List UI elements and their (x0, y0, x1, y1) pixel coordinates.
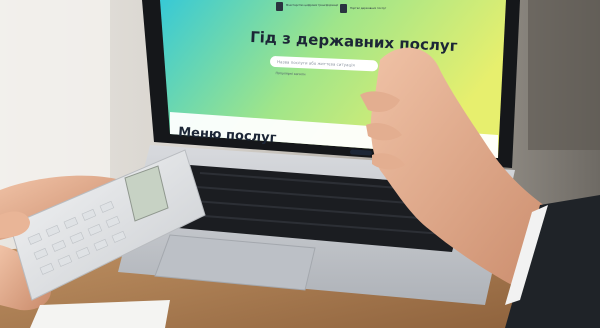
logo-text-portal: Портал державних послуг (350, 6, 387, 10)
window-light (0, 0, 110, 200)
photo-svg: Міністерство цифрової трансформації Порт… (0, 0, 600, 328)
trident-icon (276, 2, 283, 11)
chair-silhouette (528, 0, 600, 150)
logo-text-ministry: Міністерство цифрової трансформації (286, 3, 338, 7)
photo-scene: Міністерство цифрової трансформації Порт… (0, 0, 600, 328)
trident-icon (340, 4, 347, 13)
